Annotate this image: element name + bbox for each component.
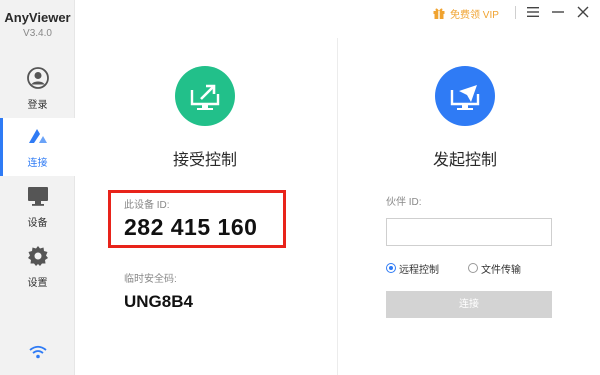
remote-control-label: 远程控制 bbox=[399, 264, 439, 276]
menu-icon[interactable] bbox=[526, 5, 540, 19]
partner-id-label: 伙伴 ID: bbox=[386, 197, 422, 208]
sidebar-item-label: 登录 bbox=[27, 100, 48, 111]
radio-dot bbox=[468, 263, 478, 273]
minimize-icon[interactable] bbox=[551, 5, 565, 19]
sidebar-item-connect[interactable]: 连接 bbox=[0, 118, 75, 176]
remote-control-radio[interactable]: 远程控制 bbox=[386, 261, 439, 276]
radio-dot-checked bbox=[386, 263, 396, 273]
topbar-separator bbox=[515, 6, 516, 19]
remote-send-icon bbox=[450, 85, 480, 110]
sidebar-item-login[interactable]: 登录 bbox=[0, 60, 75, 118]
partner-id-input[interactable] bbox=[386, 218, 552, 246]
sidebar-item-label: 设备 bbox=[27, 218, 48, 229]
initiate-control-title: 发起控制 bbox=[432, 152, 497, 169]
temp-code-label: 临时安全码: bbox=[124, 274, 177, 285]
connect-icon bbox=[29, 129, 47, 143]
initiate-control-badge bbox=[435, 66, 495, 126]
close-icon[interactable] bbox=[576, 5, 590, 19]
user-icon bbox=[27, 67, 49, 89]
temp-code-value: UNG8B4 bbox=[124, 292, 193, 311]
sidebar-item-devices[interactable]: 设备 bbox=[0, 178, 75, 236]
accept-control-title: 接受控制 bbox=[172, 152, 237, 169]
app-name: AnyViewer bbox=[4, 10, 71, 25]
vip-label: 免费领 VIP bbox=[450, 9, 499, 21]
file-transfer-label: 文件传输 bbox=[481, 264, 521, 276]
gift-icon bbox=[433, 8, 445, 19]
device-id-highlight bbox=[108, 190, 286, 248]
sidebar-item-label: 连接 bbox=[27, 158, 48, 169]
monitor-icon bbox=[28, 187, 48, 206]
vip-promo-button[interactable]: 免费领 VIP bbox=[432, 5, 499, 21]
gear-icon bbox=[28, 246, 48, 266]
connect-button[interactable]: 连接 bbox=[386, 291, 552, 318]
sidebar-item-settings[interactable]: 设置 bbox=[0, 238, 75, 296]
sidebar: AnyViewer V3.4.0 登录 连接 设备 设置 bbox=[0, 0, 75, 375]
file-transfer-radio[interactable]: 文件传输 bbox=[468, 261, 521, 276]
screen-share-icon bbox=[190, 84, 220, 110]
app-version: V3.4.0 bbox=[23, 28, 52, 39]
wifi-icon bbox=[29, 345, 47, 359]
sidebar-item-label: 设置 bbox=[27, 278, 48, 289]
accept-control-badge bbox=[175, 66, 235, 126]
panel-divider bbox=[337, 38, 338, 375]
